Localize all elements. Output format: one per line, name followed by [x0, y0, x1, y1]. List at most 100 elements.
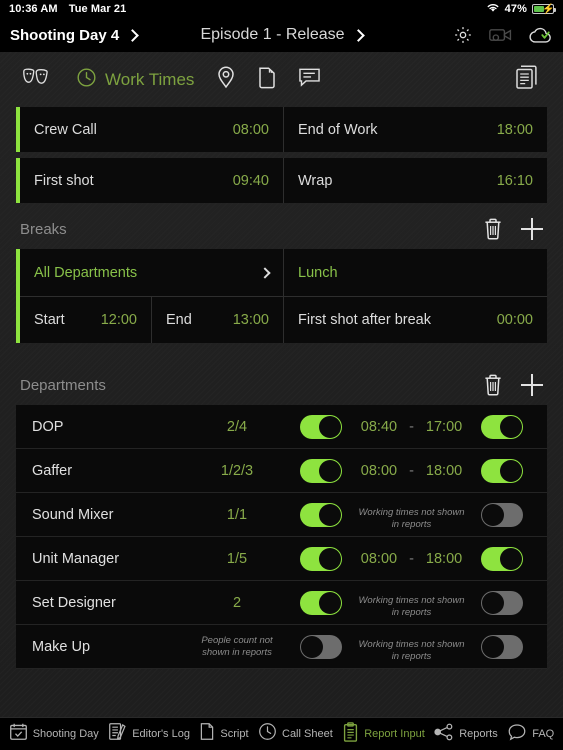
times-toggle-cell: [473, 546, 531, 571]
tab-call-sheet[interactable]: Call Sheet: [258, 722, 333, 746]
crew-call-value: 08:00: [232, 121, 269, 138]
toggle-knob: [301, 635, 323, 658]
people-count-toggle[interactable]: [300, 590, 342, 615]
departments-section: Departments DOP 2/4 08:40-17:00 Gaffer 1/2/3…: [0, 365, 563, 669]
comment-icon: [298, 67, 321, 93]
notebook-pen-icon: [108, 722, 127, 746]
toggle-knob: [482, 591, 504, 614]
end-time: 18:00: [425, 550, 463, 567]
tab-label: Script: [220, 728, 249, 740]
people-count-toggle[interactable]: [300, 634, 342, 659]
chevron-right-icon: [351, 28, 365, 42]
break-name-cell[interactable]: Lunch: [284, 249, 547, 296]
people-toggle-cell: [292, 502, 350, 527]
break-start-value: 12:00: [100, 312, 137, 328]
working-times-note: Working times not shown in reports: [358, 638, 465, 662]
tab-report-input[interactable]: Report Input: [342, 721, 425, 747]
tab-label: Shooting Day: [32, 728, 99, 740]
end-time: 17:00: [425, 418, 463, 435]
wrap-label: Wrap: [298, 172, 333, 189]
department-name: Gaffer: [32, 462, 73, 479]
end-of-work-cell[interactable]: End of Work 18:00: [283, 107, 547, 152]
department-name: Unit Manager: [32, 550, 120, 567]
table-row[interactable]: Unit Manager 1/5 08:00-18:00: [16, 537, 547, 581]
first-shot-label: First shot: [34, 172, 94, 189]
breaks-delete-button[interactable]: [483, 217, 503, 241]
break-first-shot-cell[interactable]: First shot after break 00:00: [284, 296, 547, 343]
working-times[interactable]: 08:00-18:00: [350, 551, 473, 567]
tab-work-times[interactable]: Work Times: [76, 67, 194, 93]
people-count-toggle[interactable]: [300, 502, 342, 527]
tab-label: Report Input: [364, 728, 425, 740]
episode-selector[interactable]: Episode 1 - Release: [200, 26, 365, 44]
people-count: 2: [232, 594, 242, 611]
tab-editor-s-log[interactable]: Editor's Log: [108, 722, 190, 746]
people-count-toggle[interactable]: [300, 458, 342, 483]
people-toggle-cell: [292, 634, 350, 659]
cloud-synced-icon[interactable]: [529, 26, 553, 45]
people-count-toggle[interactable]: [300, 414, 342, 439]
people-count: 1/5: [226, 550, 248, 567]
break-entry[interactable]: All Departments Start 12:00 End 13:00 Lu…: [16, 249, 547, 343]
tab-cast[interactable]: [22, 66, 54, 93]
working-times-toggle[interactable]: [481, 590, 523, 615]
tab-script[interactable]: Script: [199, 722, 249, 746]
working-times-toggle[interactable]: [481, 458, 523, 483]
documents-stack-button[interactable]: [515, 64, 541, 95]
clock-icon: [76, 67, 97, 93]
working-times-toggle[interactable]: [481, 634, 523, 659]
script-page-icon: [199, 722, 215, 746]
departments-delete-button[interactable]: [483, 373, 503, 397]
tab-label: Reports: [459, 728, 498, 740]
departments-add-button[interactable]: [521, 374, 543, 396]
break-end-cell[interactable]: End 13:00: [151, 296, 283, 343]
departments-table: DOP 2/4 08:40-17:00 Gaffer 1/2/3 08:00-18:00 S…: [16, 405, 547, 669]
break-start-cell[interactable]: Start 12:00: [20, 297, 151, 344]
people-toggle-cell: [292, 458, 350, 483]
table-row[interactable]: Make Up People count not shown in reports…: [16, 625, 547, 669]
tab-locations[interactable]: [216, 65, 236, 94]
tab-shooting-day[interactable]: Shooting Day: [9, 722, 99, 746]
app-screen: 10:36 AM Tue Mar 21 47% ⚡ Shooting Day 4: [0, 0, 563, 750]
first-shot-value: 09:40: [232, 172, 269, 189]
gear-icon[interactable]: [453, 25, 473, 45]
tab-comments[interactable]: [298, 67, 321, 93]
toggle-knob: [482, 503, 504, 526]
tab-reports[interactable]: Reports: [434, 723, 498, 746]
tab-faq[interactable]: FAQ: [507, 723, 554, 746]
working-times-note: Working times not shown in reports: [358, 594, 465, 618]
table-row[interactable]: Gaffer 1/2/3 08:00-18:00: [16, 449, 547, 493]
tab-label: FAQ: [532, 728, 555, 740]
crew-call-label: Crew Call: [34, 121, 97, 138]
working-times[interactable]: 08:40-17:00: [350, 419, 473, 435]
clock-icon: [258, 722, 277, 746]
tab-label: Call Sheet: [282, 728, 333, 740]
department-name: DOP: [32, 418, 64, 435]
wrap-cell[interactable]: Wrap 16:10: [283, 158, 547, 203]
masks-icon: [22, 66, 54, 93]
work-time-row[interactable]: First shot 09:40 Wrap 16:10: [16, 158, 547, 203]
work-time-row[interactable]: Crew Call 08:00 End of Work 18:00: [16, 107, 547, 152]
tab-media[interactable]: [258, 65, 276, 94]
departments-title: Departments: [20, 376, 106, 394]
working-times-toggle[interactable]: [481, 414, 523, 439]
working-times-toggle[interactable]: [481, 502, 523, 527]
break-name-label: Lunch: [298, 264, 338, 281]
status-date: Tue Mar 21: [68, 3, 127, 15]
working-times[interactable]: 08:00-18:00: [350, 463, 473, 479]
breaks-add-button[interactable]: [521, 218, 543, 240]
video-camera-icon[interactable]: [489, 26, 513, 44]
people-count-toggle[interactable]: [300, 546, 342, 571]
break-end-label: End: [166, 312, 192, 328]
crew-call-cell[interactable]: Crew Call 08:00: [20, 107, 283, 152]
table-row[interactable]: Set Designer 2 Working times not shown in r…: [16, 581, 547, 625]
breaks-header: Breaks: [16, 209, 547, 249]
toggle-knob: [500, 415, 522, 438]
break-departments-selector[interactable]: All Departments: [20, 249, 283, 296]
working-times-toggle[interactable]: [481, 546, 523, 571]
shooting-day-selector[interactable]: Shooting Day 4: [10, 27, 140, 44]
table-row[interactable]: DOP 2/4 08:40-17:00: [16, 405, 547, 449]
first-shot-cell[interactable]: First shot 09:40: [20, 158, 283, 203]
end-of-work-value: 18:00: [496, 121, 533, 138]
table-row[interactable]: Sound Mixer 1/1 Working times not shown in …: [16, 493, 547, 537]
